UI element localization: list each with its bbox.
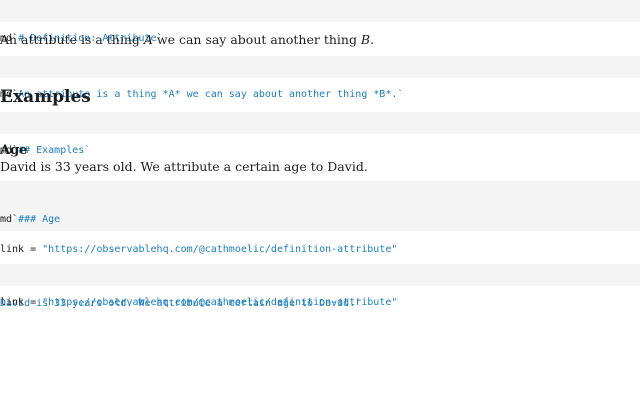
definition-em-a: A bbox=[143, 32, 153, 47]
link-output-value[interactable]: "https://observablehq.com/@cathmoelic/de… bbox=[42, 244, 397, 255]
age-output: Age David is 33 years old. We attribute … bbox=[0, 142, 640, 175]
link-string: "https://observablehq.com/@cathmoelic/de… bbox=[42, 297, 398, 308]
code-cell-link[interactable]: link = "https://observablehq.com/@cathmo… bbox=[0, 264, 640, 308]
md-tag: md` bbox=[0, 214, 19, 225]
code-cell-examples[interactable]: md`## Examples` bbox=[0, 112, 640, 156]
age-paragraph: David is 33 years old. We attribute a ce… bbox=[0, 159, 368, 174]
definition-text-middle: we can say about another thing bbox=[152, 32, 361, 47]
link-output-prefix: link = bbox=[0, 244, 43, 255]
link-output: link = "https://observablehq.com/@cathmo… bbox=[0, 243, 640, 257]
code-cell-age[interactable]: md`### Age David is 33 years old. We att… bbox=[0, 181, 640, 309]
definition-text-before: An attribute is a thing bbox=[0, 32, 144, 47]
definition-paragraph: An attribute is a thing A we can say abo… bbox=[0, 32, 640, 48]
examples-heading: Examples bbox=[0, 87, 91, 107]
code-cell-definition[interactable]: md`An attribute is a thing *A* we can sa… bbox=[0, 56, 640, 100]
definition-text-after: . bbox=[370, 32, 375, 47]
code-cell-title[interactable]: md`# Definition: Attribute` bbox=[0, 0, 640, 44]
age-heading: Age bbox=[0, 143, 28, 158]
definition-em-b: B bbox=[360, 32, 371, 47]
md-source-line-1: ### Age bbox=[18, 214, 61, 225]
link-assignment: link = bbox=[0, 297, 43, 308]
